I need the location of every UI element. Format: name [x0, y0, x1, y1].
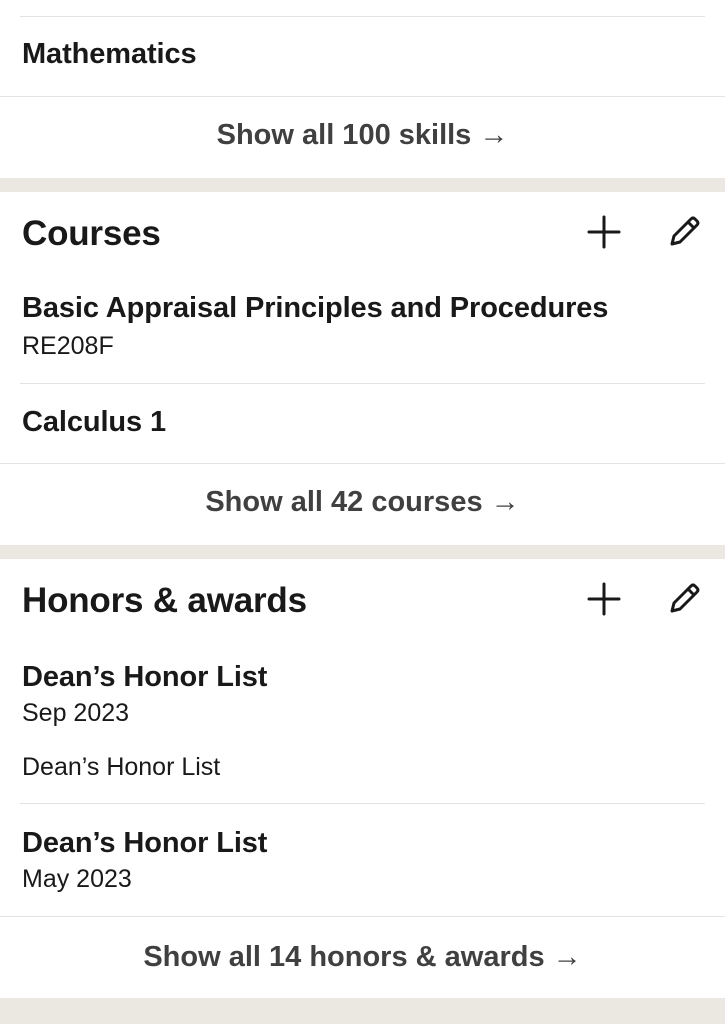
courses-section-title: Courses — [22, 214, 161, 253]
show-all-honors-link[interactable]: Show all 14 honors & awards → — [0, 941, 725, 974]
plus-icon — [587, 582, 621, 616]
edit-honors-button[interactable] — [660, 575, 708, 623]
honors-card: Honors & awards Dean’s Honor List Sep 20… — [0, 559, 725, 998]
course-name[interactable]: Calculus 1 — [22, 406, 166, 439]
courses-show-all-divider — [0, 463, 725, 464]
edit-courses-button[interactable] — [660, 208, 708, 256]
honors-show-all-divider — [0, 916, 725, 917]
pencil-icon — [670, 583, 700, 613]
honors-section-title: Honors & awards — [22, 581, 307, 620]
skills-show-all-divider — [0, 96, 725, 97]
show-all-skills-link[interactable]: Show all 100 skills → — [0, 119, 725, 152]
skill-item-mathematics[interactable]: Mathematics — [22, 38, 197, 71]
honor-name[interactable]: Dean’s Honor List — [22, 827, 267, 860]
pencil-icon — [670, 216, 700, 246]
honor-date: Sep 2023 — [22, 699, 130, 727]
plus-icon — [587, 215, 621, 249]
honor-divider — [20, 803, 705, 804]
course-name[interactable]: Basic Appraisal Principles and Procedure… — [22, 292, 608, 325]
show-all-courses-link[interactable]: Show all 42 courses → — [0, 486, 725, 519]
add-honor-button[interactable] — [580, 575, 628, 623]
honor-description: Dean’s Honor List — [22, 753, 221, 781]
skills-card: Mathematics Show all 100 skills → — [0, 0, 725, 178]
skills-top-divider — [20, 16, 705, 17]
course-divider — [20, 383, 705, 384]
course-code: RE208F — [22, 332, 114, 360]
add-course-button[interactable] — [580, 208, 628, 256]
honor-name[interactable]: Dean’s Honor List — [22, 661, 267, 694]
honor-date: May 2023 — [22, 865, 132, 893]
courses-card: Courses Basic Appraisal Principles and P… — [0, 192, 725, 545]
